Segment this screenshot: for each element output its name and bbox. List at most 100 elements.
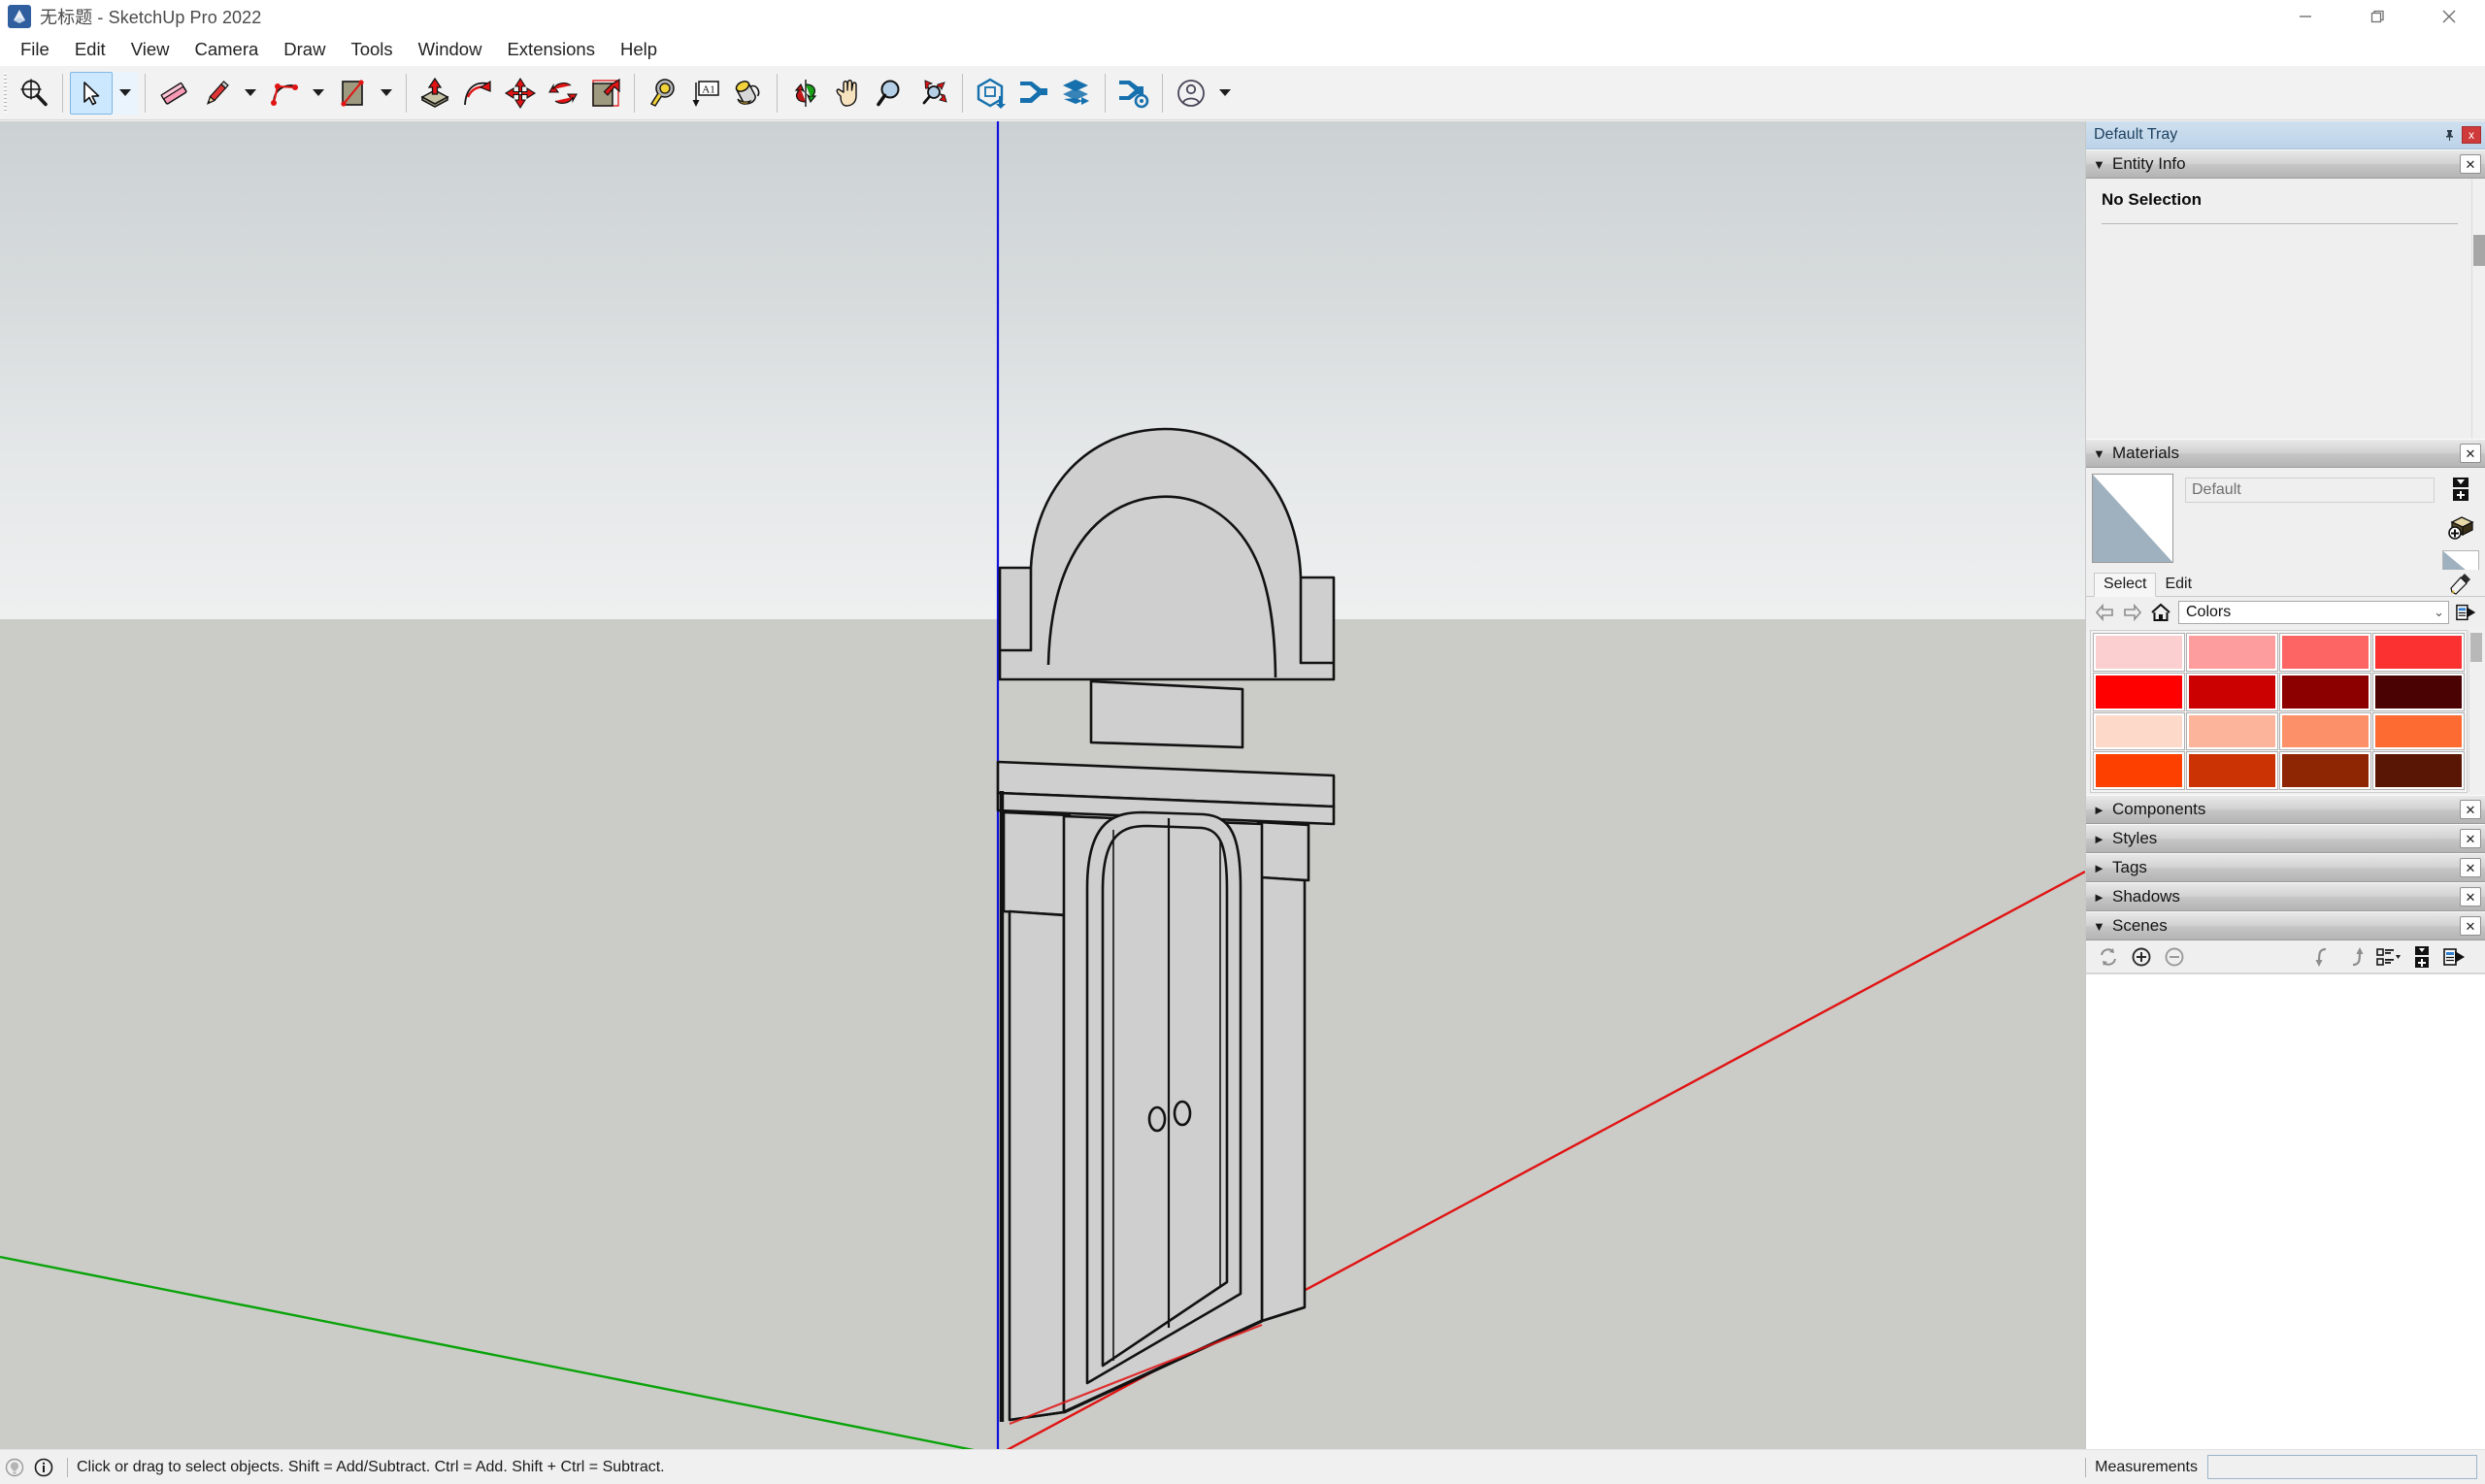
menu-help[interactable]: Help [608,37,670,63]
swatch-7[interactable] [2372,672,2465,711]
entity-info-close-button[interactable]: ✕ [2460,154,2481,174]
eraser-tool[interactable] [152,72,195,115]
tab-edit[interactable]: Edit [2156,574,2201,596]
components-panel-header[interactable]: ► Components ✕ [2086,795,2485,824]
swatch-3[interactable] [2372,633,2465,672]
menu-camera[interactable]: Camera [182,37,271,63]
scene-list[interactable] [2086,973,2485,1449]
pan-tool[interactable] [827,72,870,115]
swatch-4[interactable] [2093,672,2185,711]
entity-info-scrollbar[interactable] [2471,179,2485,439]
maximize-button[interactable] [2341,0,2413,33]
swatch-scrollbar[interactable] [2468,631,2482,792]
help-bulb-icon[interactable] [0,1458,29,1477]
swatch-15[interactable] [2372,751,2465,790]
rectangle-tool-dropdown[interactable] [374,72,399,115]
push-pull-tool[interactable] [414,72,456,115]
swatch-2[interactable] [2279,633,2371,672]
details-flyout-icon[interactable] [2456,602,2477,623]
home-icon[interactable] [2150,602,2171,623]
default-material-swatch[interactable] [2092,474,2173,563]
menu-view[interactable]: View [118,37,182,63]
swatch-0[interactable] [2093,633,2185,672]
arc-tool-dropdown[interactable] [306,72,331,115]
shadows-panel-header[interactable]: ► Shadows ✕ [2086,882,2485,911]
remove-scene-button[interactable] [2162,944,2187,970]
toolbar-grip[interactable] [2,72,11,114]
menu-edit[interactable]: Edit [62,37,118,63]
tags-close-button[interactable]: ✕ [2460,858,2481,877]
extension-warehouse-button[interactable] [1012,72,1055,115]
update-scene-button[interactable] [2096,944,2121,970]
view-options-button[interactable] [2376,944,2402,970]
scenes-close-button[interactable]: ✕ [2460,916,2481,936]
swatch-11[interactable] [2372,711,2465,751]
scene-flyout-button[interactable] [2442,944,2468,970]
swatch-14[interactable] [2279,751,2371,790]
tray-close-button[interactable]: x [2462,126,2481,144]
close-button[interactable] [2413,0,2485,33]
swatch-5[interactable] [2186,672,2278,711]
swatch-8[interactable] [2093,711,2185,751]
3d-warehouse-button[interactable] [970,72,1012,115]
move-scene-up-button[interactable] [2343,944,2369,970]
arched-door-model[interactable] [996,427,1336,1422]
select-tool[interactable] [70,71,113,115]
account-dropdown[interactable] [1212,72,1238,115]
info-circle-icon[interactable] [29,1458,58,1477]
line-tool-dropdown[interactable] [238,72,263,115]
move-tool[interactable] [499,72,542,115]
menu-window[interactable]: Window [406,37,495,63]
back-arrow-icon[interactable] [2094,602,2115,623]
move-scene-down-button[interactable] [2310,944,2336,970]
swatch-9[interactable] [2186,711,2278,751]
shadows-close-button[interactable]: ✕ [2460,887,2481,907]
paint-bucket-tool[interactable] [727,72,770,115]
menu-file[interactable]: File [8,37,62,63]
swatch-1[interactable] [2186,633,2278,672]
3d-modeling-canvas[interactable] [0,121,2085,1449]
rectangle-tool[interactable] [331,72,374,115]
tab-select[interactable]: Select [2094,573,2157,597]
dimension-tool[interactable]: A1 [684,72,727,115]
arc-tool[interactable] [263,72,306,115]
zoom-window-tool[interactable] [912,72,955,115]
scale-tool[interactable] [584,72,627,115]
zoom-tool[interactable] [870,72,912,115]
orbit-tool[interactable] [784,72,827,115]
material-library-select[interactable]: Colors ⌄ [2178,601,2449,624]
measurements-input[interactable] [2207,1455,2477,1479]
extension-manager-button[interactable] [1112,72,1155,115]
styles-close-button[interactable]: ✕ [2460,829,2481,848]
swatch-6[interactable] [2279,672,2371,711]
menu-draw[interactable]: Draw [271,37,338,63]
rotate-tool[interactable] [542,72,584,115]
swatch-10[interactable] [2279,711,2371,751]
materials-panel-header[interactable]: ▼ Materials ✕ [2086,439,2485,468]
select-tool-dropdown[interactable] [113,71,138,115]
scenes-panel-header[interactable]: ▼ Scenes ✕ [2086,911,2485,940]
line-tool[interactable] [195,72,238,115]
styles-panel-header[interactable]: ► Styles ✕ [2086,824,2485,853]
account-button[interactable] [1170,72,1212,115]
create-material-icon[interactable] [2449,477,2472,507]
forward-arrow-icon[interactable] [2122,602,2143,623]
components-close-button[interactable]: ✕ [2460,800,2481,819]
material-name-field[interactable]: Default [2185,478,2435,503]
show-details-button[interactable] [2409,944,2435,970]
tags-panel-header[interactable]: ► Tags ✕ [2086,853,2485,882]
scrollbar-thumb[interactable] [2470,633,2482,662]
add-scene-button[interactable] [2129,944,2154,970]
eyedropper-icon[interactable] [2448,571,2473,601]
share-model-button[interactable] [1055,72,1098,115]
menu-tools[interactable]: Tools [338,37,405,63]
zoom-extents-tool[interactable] [13,72,55,115]
swatch-12[interactable] [2093,751,2185,790]
pin-icon[interactable] [2438,129,2460,142]
swatch-13[interactable] [2186,751,2278,790]
tape-measure-tool[interactable] [642,72,684,115]
scrollbar-thumb[interactable] [2473,235,2485,266]
menu-extensions[interactable]: Extensions [494,37,608,63]
materials-close-button[interactable]: ✕ [2460,444,2481,463]
sample-paint-icon[interactable] [2446,514,2475,546]
